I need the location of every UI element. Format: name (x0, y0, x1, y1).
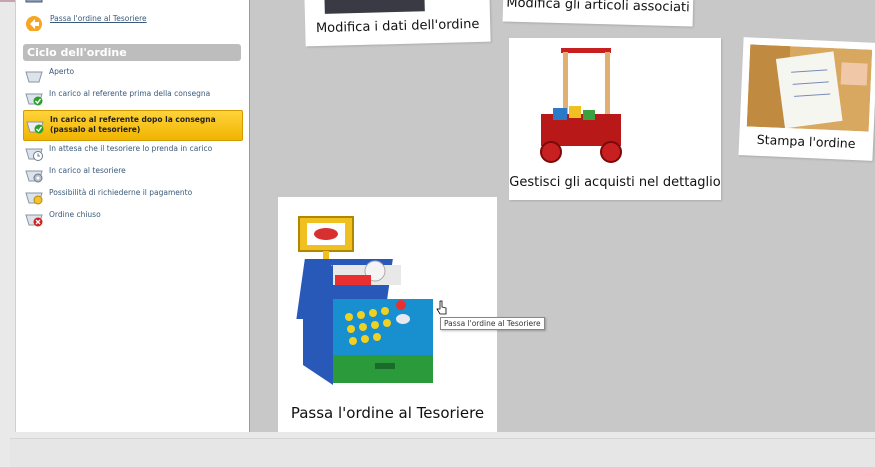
basket-check-icon (25, 93, 43, 106)
step-label: In carico al referente dopo la consegna … (50, 115, 216, 134)
step-label: In carico al referente prima della conse… (49, 89, 211, 98)
step-attesa-tesoriere[interactable]: In attesa che il tesoriere lo prenda in … (23, 142, 241, 162)
bottom-bar (10, 438, 875, 467)
step-referente-dopo-active[interactable]: In carico al referente dopo la consegna … (23, 110, 243, 141)
hand-cursor-icon (436, 300, 447, 315)
step-referente-prima[interactable]: In carico al referente prima della conse… (23, 87, 241, 107)
card-caption: Stampa l'ordine (756, 131, 856, 152)
step-ordine-chiuso[interactable]: Ordine chiuso (23, 208, 241, 228)
order-cycle-header: Ciclo dell'ordine (23, 44, 241, 61)
card-image (324, 0, 425, 14)
page-panel: Passa l'ordine al Tesoriere Ciclo dell'o… (15, 0, 875, 432)
step-label: In carico al tesoriere (49, 166, 126, 175)
card-caption: Passa l'ordine al Tesoriere (290, 404, 485, 422)
card-modifica-articoli[interactable]: Modifica gli articoli associati (502, 0, 694, 27)
card-stampa-ordine[interactable]: Stampa l'ordine (738, 37, 875, 161)
cash-register-image (296, 216, 433, 385)
toy-walker-image (540, 48, 622, 163)
basket-coin-icon (25, 192, 43, 205)
printer-icon (25, 0, 43, 3)
arrow-return-icon (26, 16, 42, 31)
step-label: Aperto (49, 67, 75, 76)
sidebar: Passa l'ordine al Tesoriere Ciclo dell'o… (16, 0, 249, 432)
pass-to-treasurer-link[interactable]: Passa l'ordine al Tesoriere (50, 14, 147, 23)
action-board: Modifica i dati dell'ordine Modifica gli… (250, 0, 875, 432)
card-caption: Modifica gli articoli associati (506, 0, 690, 16)
basket-gear-icon (25, 170, 43, 183)
card-caption: Gestisci gli acquisti nel dettaglio (509, 175, 721, 190)
step-carico-tesoriere[interactable]: In carico al tesoriere (23, 164, 241, 184)
card-gestisci-acquisti[interactable]: Gestisci gli acquisti nel dettaglio (509, 38, 721, 200)
step-label: In attesa che il tesoriere lo prenda in … (49, 144, 213, 153)
step-label: Possibilità di richiederne il pagamento (49, 188, 193, 197)
checklist-photo-image (746, 44, 873, 132)
card-passa-tesoriere[interactable]: Passa l'ordine al Tesoriere (278, 197, 497, 432)
step-aperto[interactable]: Aperto (23, 65, 241, 85)
basket-closed-icon (25, 214, 43, 227)
step-label: Ordine chiuso (49, 210, 101, 219)
tooltip: Passa l'ordine al Tesoriere (440, 317, 545, 330)
card-caption: Modifica i dati dell'ordine (315, 16, 480, 37)
step-pagamento[interactable]: Possibilità di richiederne il pagamento (23, 186, 241, 206)
card-modifica-dati[interactable]: Modifica i dati dell'ordine (304, 0, 491, 47)
basket-icon (25, 71, 43, 83)
basket-clock-icon (25, 148, 43, 161)
basket-check-icon (26, 121, 44, 134)
